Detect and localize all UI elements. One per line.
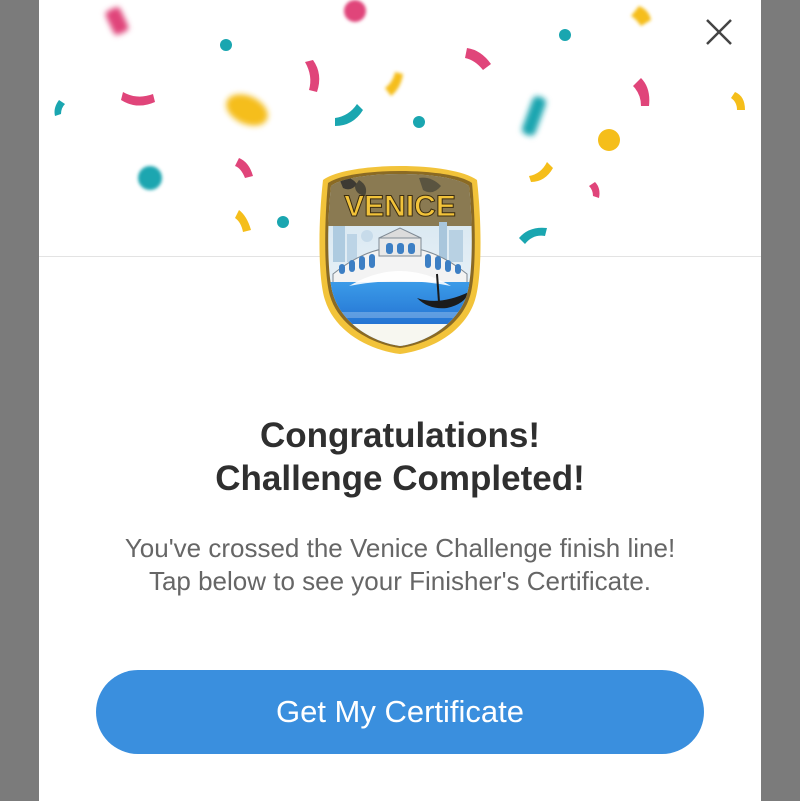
title-line-1: Congratulations!	[260, 416, 540, 455]
badge-label: VENICE	[344, 190, 456, 223]
close-icon	[706, 19, 732, 45]
close-button[interactable]	[701, 14, 737, 50]
title-line-2: Challenge Completed!	[215, 459, 585, 498]
challenge-complete-modal: VENICE Congratulations! Challenge Comple…	[39, 0, 761, 801]
completion-message: You've crossed the Venice Challenge fini…	[124, 533, 676, 596]
get-certificate-button[interactable]: Get My Certificate	[96, 670, 704, 754]
completion-title: Congratulations! Challenge Completed!	[39, 414, 761, 500]
venice-badge-icon: VENICE	[319, 166, 481, 354]
